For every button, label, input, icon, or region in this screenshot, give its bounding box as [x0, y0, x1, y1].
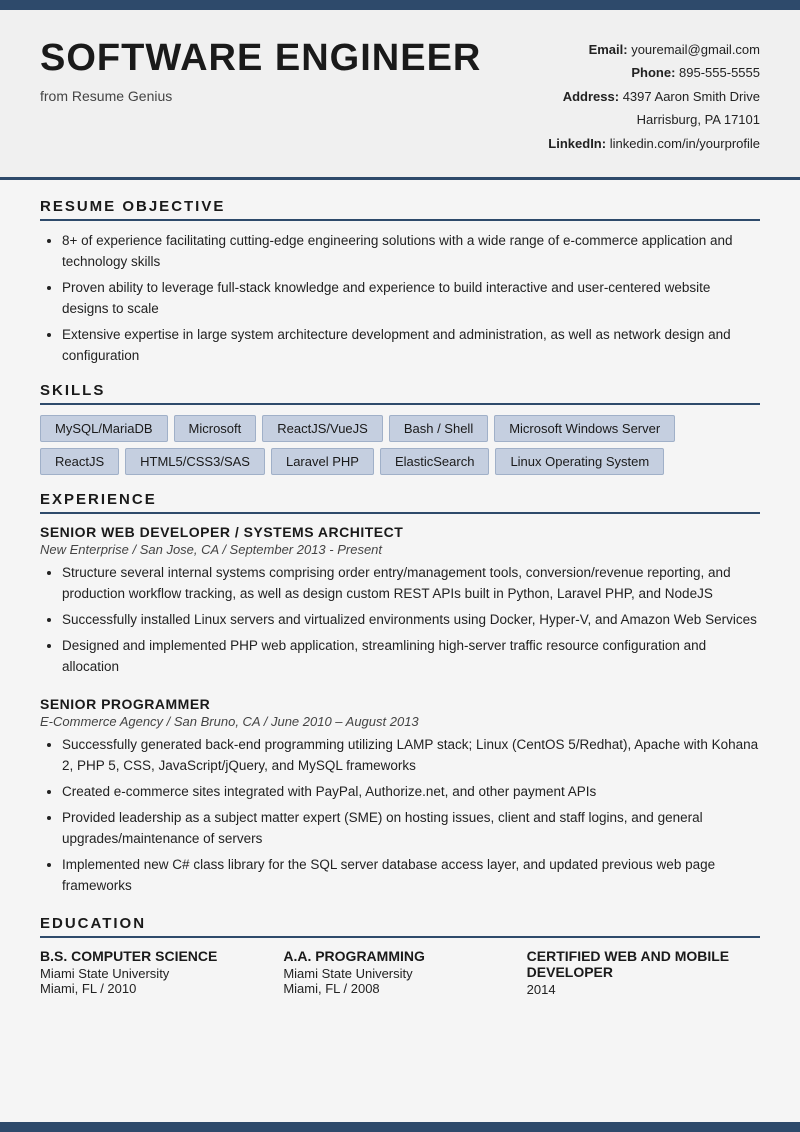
skill-tag: Bash / Shell [389, 415, 488, 442]
list-item: Successfully generated back-end programm… [62, 735, 760, 777]
phone-label: Phone: [631, 65, 675, 80]
skill-tag: Linux Operating System [495, 448, 664, 475]
header-left: SOFTWARE ENGINEER from Resume Genius [40, 38, 481, 104]
skill-tag: MySQL/MariaDB [40, 415, 168, 442]
list-item: 8+ of experience facilitating cutting-ed… [62, 231, 760, 273]
address-label: Address: [563, 89, 619, 104]
edu-degree-2: A.A. PROGRAMMING [283, 948, 516, 964]
header-title: SOFTWARE ENGINEER [40, 38, 481, 80]
objective-list: 8+ of experience facilitating cutting-ed… [40, 231, 760, 367]
list-item: Created e-commerce sites integrated with… [62, 782, 760, 803]
skill-tag: Microsoft [174, 415, 257, 442]
header-contact: Email: youremail@gmail.com Phone: 895-55… [500, 38, 760, 155]
job-subtitle-1: New Enterprise / San Jose, CA / Septembe… [40, 542, 760, 557]
skill-tag: Laravel PHP [271, 448, 374, 475]
edu-school-1: Miami State University [40, 966, 273, 981]
job-block-1: SENIOR WEB DEVELOPER / SYSTEMS ARCHITECT… [40, 524, 760, 678]
skill-tag: Microsoft Windows Server [494, 415, 675, 442]
skills-title: SKILLS [40, 382, 760, 405]
experience-title: EXPERIENCE [40, 491, 760, 514]
objective-title: RESUME OBJECTIVE [40, 198, 760, 221]
skill-tag: HTML5/CSS3/SAS [125, 448, 265, 475]
list-item: Proven ability to leverage full-stack kn… [62, 278, 760, 320]
phone-line: Phone: 895-555-5555 [500, 61, 760, 84]
linkedin-line: LinkedIn: linkedin.com/in/yourprofile [500, 132, 760, 155]
list-item: Structure several internal systems compr… [62, 563, 760, 605]
main-content: RESUME OBJECTIVE 8+ of experience facili… [0, 180, 800, 1043]
skills-section: SKILLS MySQL/MariaDB Microsoft ReactJS/V… [40, 382, 760, 475]
header-subtitle: from Resume Genius [40, 88, 481, 104]
edu-detail-2: Miami, FL / 2008 [283, 981, 516, 996]
job-subtitle-2: E-Commerce Agency / San Bruno, CA / June… [40, 714, 760, 729]
job-title-1: SENIOR WEB DEVELOPER / SYSTEMS ARCHITECT [40, 524, 760, 540]
email-line: Email: youremail@gmail.com [500, 38, 760, 61]
job-bullets-1: Structure several internal systems compr… [40, 563, 760, 678]
edu-year-3: 2014 [527, 982, 760, 997]
linkedin-value: linkedin.com/in/yourprofile [610, 136, 760, 151]
education-title: EDUCATION [40, 915, 760, 938]
skill-tag: ReactJS/VueJS [262, 415, 383, 442]
top-bar [0, 0, 800, 10]
edu-item-1: B.S. COMPUTER SCIENCE Miami State Univer… [40, 948, 273, 997]
list-item: Implemented new C# class library for the… [62, 855, 760, 897]
resume-wrapper: SOFTWARE ENGINEER from Resume Genius Ema… [0, 0, 800, 1132]
phone-value: 895-555-5555 [679, 65, 760, 80]
job-title-2: SENIOR PROGRAMMER [40, 696, 760, 712]
skill-tag: ElasticSearch [380, 448, 489, 475]
objective-section: RESUME OBJECTIVE 8+ of experience facili… [40, 198, 760, 367]
job-block-2: SENIOR PROGRAMMER E-Commerce Agency / Sa… [40, 696, 760, 896]
education-section: EDUCATION B.S. COMPUTER SCIENCE Miami St… [40, 915, 760, 997]
edu-school-2: Miami State University [283, 966, 516, 981]
email-value: youremail@gmail.com [631, 42, 760, 57]
linkedin-label: LinkedIn: [548, 136, 606, 151]
header-section: SOFTWARE ENGINEER from Resume Genius Ema… [0, 10, 800, 180]
skill-tag: ReactJS [40, 448, 119, 475]
bottom-bar [0, 1122, 800, 1132]
edu-degree-1: B.S. COMPUTER SCIENCE [40, 948, 273, 964]
edu-item-3: CERTIFIED WEB AND MOBILE DEVELOPER 2014 [527, 948, 760, 997]
address-value2: Harrisburg, PA 17101 [637, 112, 760, 127]
edu-degree-3: CERTIFIED WEB AND MOBILE DEVELOPER [527, 948, 760, 980]
edu-item-2: A.A. PROGRAMMING Miami State University … [283, 948, 516, 997]
address-value1: 4397 Aaron Smith Drive [623, 89, 760, 104]
skills-row-2: ReactJS HTML5/CSS3/SAS Laravel PHP Elast… [40, 448, 760, 475]
list-item: Extensive expertise in large system arch… [62, 325, 760, 367]
list-item: Successfully installed Linux servers and… [62, 610, 760, 631]
list-item: Provided leadership as a subject matter … [62, 808, 760, 850]
address-line: Address: 4397 Aaron Smith Drive Harrisbu… [500, 85, 760, 132]
experience-section: EXPERIENCE SENIOR WEB DEVELOPER / SYSTEM… [40, 491, 760, 896]
skills-row-1: MySQL/MariaDB Microsoft ReactJS/VueJS Ba… [40, 415, 760, 442]
edu-detail-1: Miami, FL / 2010 [40, 981, 273, 996]
education-grid: B.S. COMPUTER SCIENCE Miami State Univer… [40, 948, 760, 997]
job-bullets-2: Successfully generated back-end programm… [40, 735, 760, 896]
list-item: Designed and implemented PHP web applica… [62, 636, 760, 678]
email-label: Email: [589, 42, 628, 57]
